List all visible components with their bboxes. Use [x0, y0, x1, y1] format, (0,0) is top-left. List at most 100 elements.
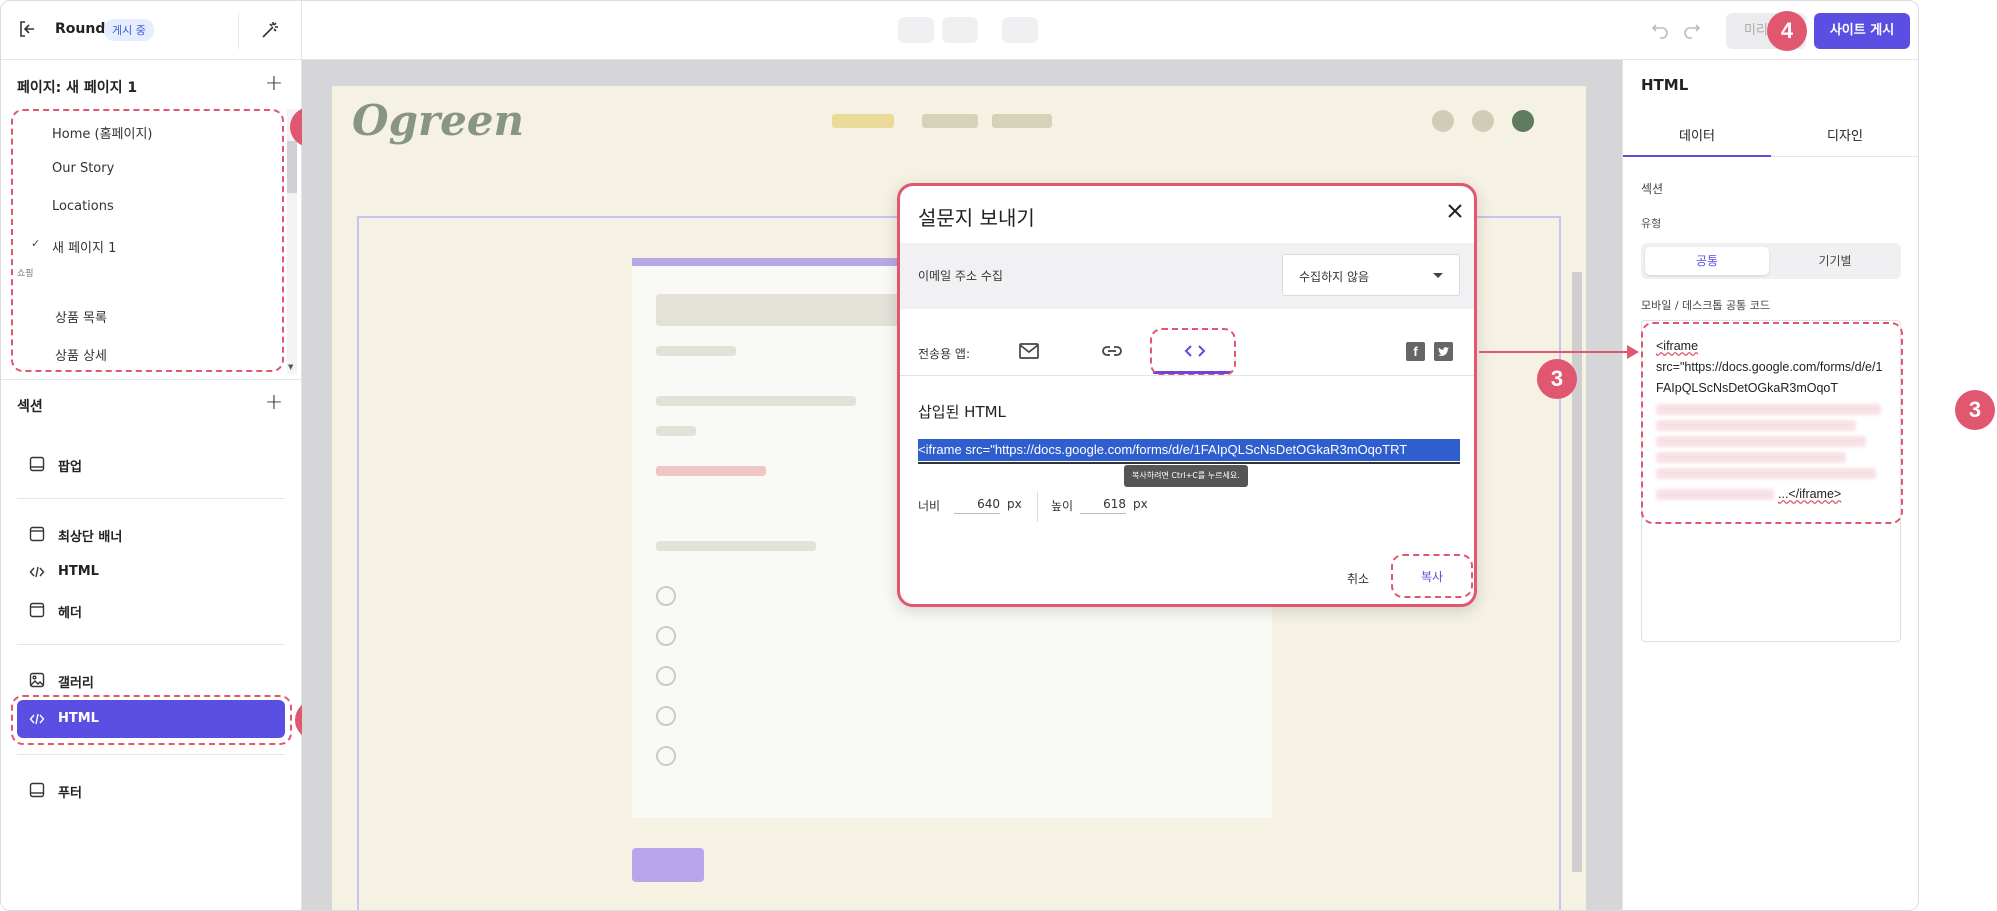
divider — [1037, 492, 1038, 522]
radio-placeholder — [656, 706, 676, 726]
section-layout-icon — [29, 526, 45, 542]
callout-box-code — [1641, 322, 1903, 524]
height-unit: px — [1133, 497, 1148, 511]
twitter-icon[interactable] — [1434, 342, 1453, 361]
properties-panel: HTML 데이터 디자인 섹션 유형 공통 기기별 모바일 / 데스크톱 공통 … — [1622, 60, 1918, 910]
embed-html-title: 삽입된 HTML — [918, 403, 1006, 421]
callout-badge-4: 4 — [1767, 11, 1807, 51]
avatar — [1512, 110, 1534, 132]
site-name: Round — [55, 21, 106, 37]
section-item-top-banner[interactable]: 최상단 배너 — [17, 515, 285, 553]
add-page-button[interactable]: + — [264, 73, 284, 95]
pages-title: 페이지: 새 페이지 1 — [17, 80, 138, 96]
divider — [17, 644, 285, 645]
email-icon[interactable] — [1017, 339, 1041, 363]
tab-design[interactable]: 디자인 — [1771, 122, 1918, 156]
callout-box-copy — [1391, 554, 1473, 598]
send-form-dialog: 설문지 보내기 이메일 주소 수집 수집하지 않음 전송용 앱: f 삽입된 H… — [897, 183, 1477, 607]
width-input[interactable]: 640 — [954, 497, 1000, 514]
undo-icon[interactable] — [1650, 19, 1670, 39]
code-label: 모바일 / 데스크톱 공통 코드 — [1641, 299, 1771, 312]
section-item-popup[interactable]: 팝업 — [17, 445, 285, 483]
callout-badge-3: 3 — [1537, 359, 1577, 399]
sections-title: 섹션 — [17, 399, 43, 415]
zoom-button[interactable] — [1002, 17, 1038, 43]
section-label: 섹션 — [1641, 182, 1664, 196]
form-text-placeholder — [656, 426, 696, 436]
link-icon[interactable] — [1100, 339, 1124, 363]
redo-icon[interactable] — [1682, 19, 1702, 39]
top-toolbar: 미리보 4 사이트 게시 — [302, 1, 1918, 60]
section-item-header[interactable]: 헤더 — [17, 591, 285, 629]
desktop-view-button[interactable] — [898, 17, 934, 43]
height-label: 높이 — [1051, 499, 1074, 513]
publish-site-button[interactable]: 사이트 게시 — [1814, 13, 1910, 49]
divider — [238, 13, 239, 49]
divider — [900, 375, 1474, 376]
sidebar-header: Round 게시 중 — [1, 1, 302, 60]
callout-box-pages — [11, 109, 284, 372]
exit-icon[interactable] — [17, 19, 37, 39]
callout-arrow — [1479, 351, 1629, 353]
add-section-button[interactable]: + — [264, 392, 284, 414]
divider — [17, 498, 285, 499]
callout-box-embed — [1150, 328, 1236, 376]
callout-badge-3-outer: 3 — [1955, 390, 1995, 430]
scroll-thumb[interactable] — [287, 141, 297, 193]
preview-scrollbar — [1572, 272, 1582, 872]
width-unit: px — [1007, 497, 1022, 511]
panel-title: HTML — [1641, 76, 1689, 94]
section-layout-icon — [29, 782, 45, 798]
section-layout-icon — [29, 602, 45, 618]
width-label: 너비 — [918, 499, 941, 513]
sections-header: 섹션 + — [1, 379, 302, 429]
radio-placeholder — [656, 586, 676, 606]
callout-box-html-section — [11, 695, 292, 745]
code-icon — [29, 566, 45, 578]
nav-item — [832, 114, 894, 128]
chevron-down-icon — [1433, 273, 1443, 278]
section-layout-icon — [29, 456, 45, 472]
left-sidebar: Round 게시 중 페이지: 새 페이지 1 + Home (홈페이지) Ou… — [1, 1, 335, 910]
type-label: 유형 — [1641, 217, 1662, 230]
status-badge: 게시 중 — [104, 19, 154, 41]
form-text-placeholder — [656, 396, 856, 406]
radio-placeholder — [656, 746, 676, 766]
form-text-placeholder — [656, 346, 736, 356]
radio-placeholder — [656, 626, 676, 646]
section-item-html[interactable]: HTML — [17, 553, 285, 591]
send-via-label: 전송용 앱: — [918, 347, 971, 361]
close-icon[interactable] — [1444, 200, 1466, 222]
email-collect-select[interactable]: 수집하지 않음 — [1282, 254, 1460, 296]
facebook-icon[interactable]: f — [1406, 342, 1425, 361]
divider — [17, 754, 285, 755]
nav-item — [922, 114, 978, 128]
mobile-view-button[interactable] — [942, 17, 978, 43]
magic-wand-icon[interactable] — [259, 19, 281, 41]
input-underline — [918, 462, 1460, 464]
share-icon — [1472, 110, 1494, 132]
form-text-placeholder — [656, 466, 766, 476]
nav-item — [992, 114, 1052, 128]
dialog-title: 설문지 보내기 — [918, 206, 1035, 230]
site-logo: Ogreen — [352, 96, 525, 145]
type-segmented-control: 공통 기기별 — [1641, 243, 1901, 279]
radio-placeholder — [656, 666, 676, 686]
scroll-down-arrow-icon[interactable]: ▼ — [288, 363, 293, 371]
embed-html-input[interactable]: <iframe src="https://docs.google.com/for… — [918, 439, 1460, 461]
cancel-button[interactable]: 취소 — [1347, 570, 1369, 587]
form-text-placeholder — [656, 541, 816, 551]
app-window: Round 게시 중 페이지: 새 페이지 1 + Home (홈페이지) Ou… — [0, 0, 1919, 911]
image-icon — [29, 672, 45, 688]
tab-data[interactable]: 데이터 — [1623, 122, 1771, 156]
form-submit-placeholder — [632, 848, 704, 882]
height-input[interactable]: 618 — [1080, 497, 1126, 514]
type-common-option[interactable]: 공통 — [1645, 247, 1769, 275]
email-collect-row: 이메일 주소 수집 수집하지 않음 — [900, 243, 1474, 309]
email-collect-label: 이메일 주소 수집 — [918, 269, 1003, 283]
arrow-head-icon — [1627, 345, 1639, 359]
section-item-footer[interactable]: 푸터 — [17, 771, 285, 809]
section-item-gallery[interactable]: 갤러리 — [17, 661, 285, 699]
copy-hint-tooltip: 복사하려면 Ctrl+C를 누르세요. — [1124, 465, 1248, 487]
type-device-option[interactable]: 기기별 — [1773, 247, 1897, 275]
